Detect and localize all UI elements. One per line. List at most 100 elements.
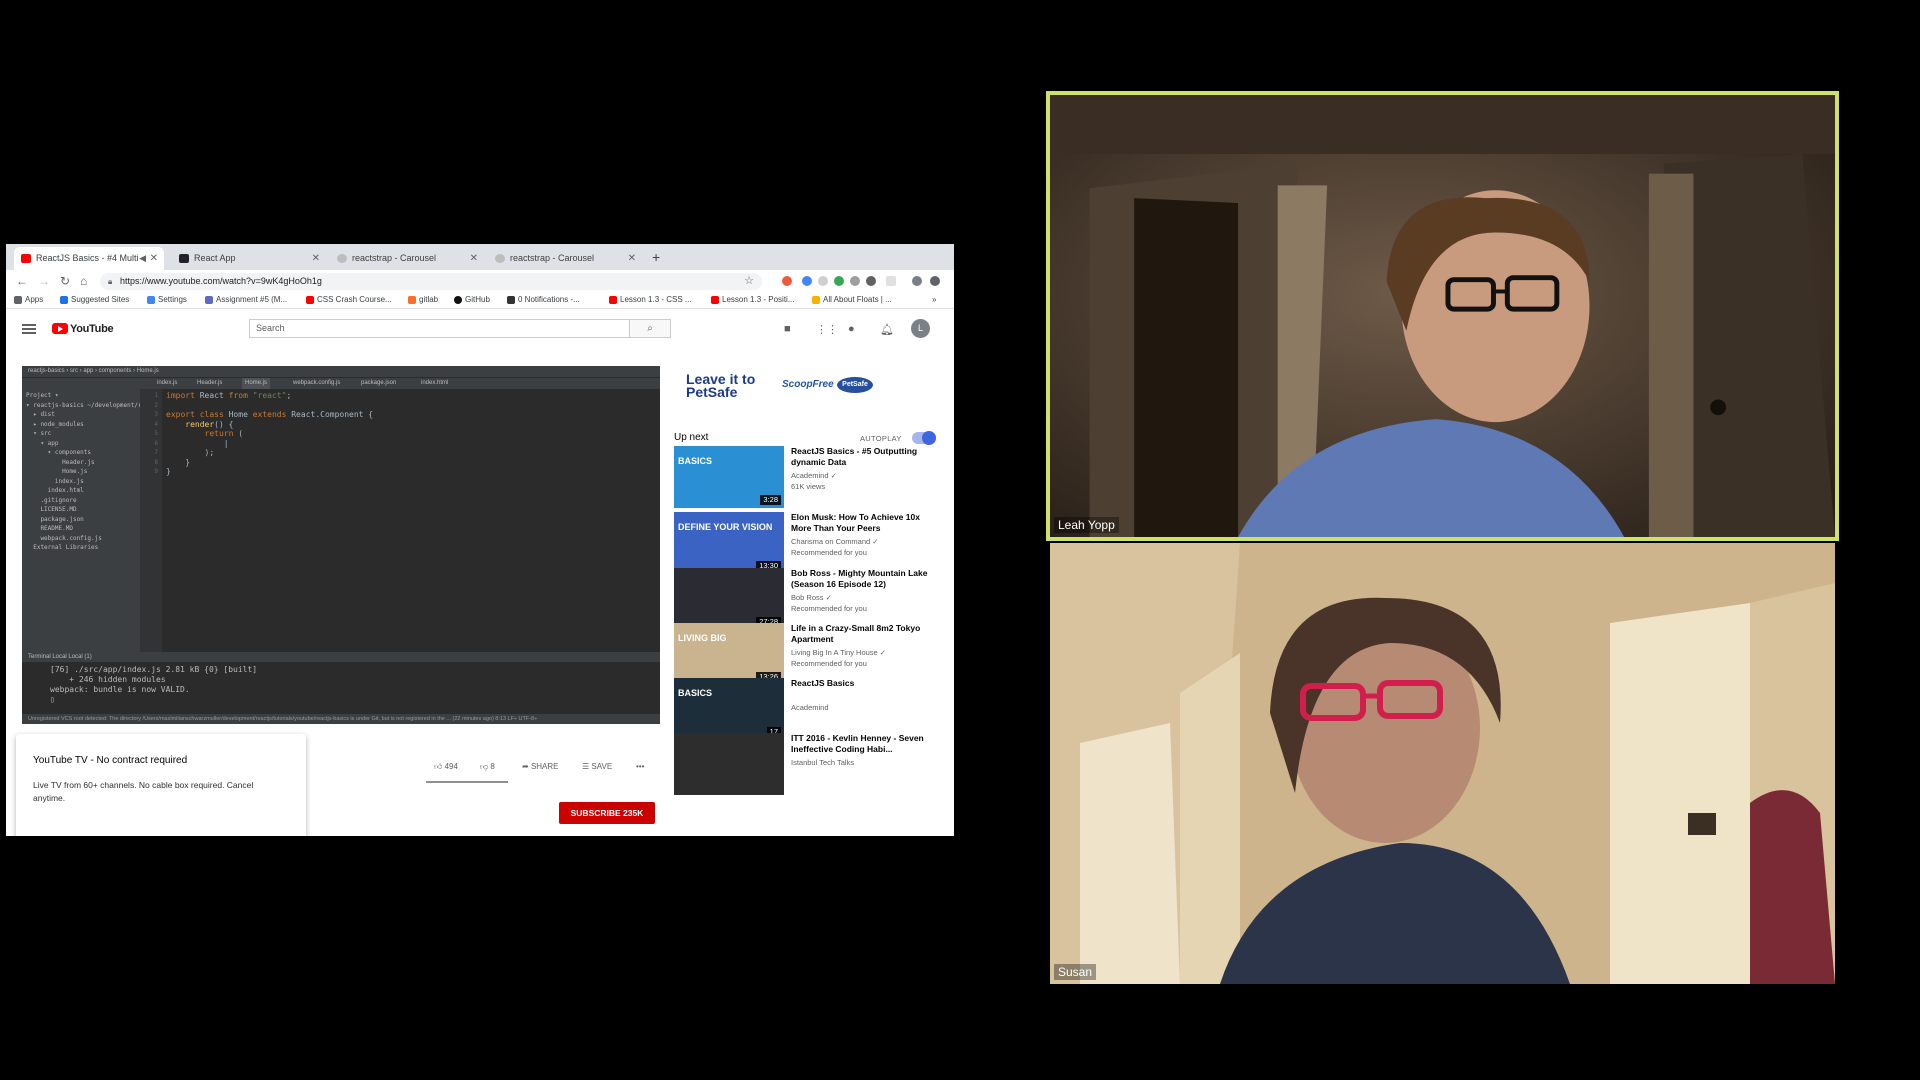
notifications-icon [507,296,515,304]
channel-name[interactable]: Istanbul Tech Talks [791,758,854,767]
extension-icon[interactable] [818,276,828,286]
recommended-video[interactable]: LIVING BIG 13:26 Life in a Crazy-Small 8m2… [674,623,944,685]
bookmarks-overflow-button[interactable]: » [932,295,936,304]
ide-tab: index.html [421,380,449,386]
extension-icon[interactable] [782,276,792,286]
code-line: } [166,467,656,477]
playlist-add-icon: ☰ [582,762,590,771]
close-tab-icon[interactable]: ✕ [312,247,320,270]
code-line: return ( [166,429,656,439]
sidebar-ad[interactable]: Leave it to PetSafe ScoopFree PetSafe [686,365,936,410]
channel-name[interactable]: Academind [791,703,829,712]
recommended-video[interactable]: BASICS 17 ReactJS Basics Academind [674,678,944,740]
browser-tab-active[interactable]: ReactJS Basics - #4 Multi ◀ ✕ [14,247,164,270]
bookmark-star-icon[interactable]: ☆ [744,273,754,290]
forward-icon[interactable]: → [38,272,50,290]
video-thumbnail[interactable]: BASICS 17 [674,678,784,740]
save-button[interactable]: ☰ SAVE [582,762,612,771]
participant-video-tile[interactable]: Susan [1050,543,1835,984]
reload-icon[interactable]: ↻ [60,272,70,290]
create-video-icon[interactable]: ■ [784,323,791,335]
youtube-header: YouTube Search ⌕ ■ ⋮⋮ ● 🔔︎ L [6,310,954,348]
video-title[interactable]: ReactJS Basics - #5 Outputting dynamic D… [791,446,941,467]
ide-tree-item: ▾ reactjs-basics ~/development/react [26,401,157,409]
subscribe-button[interactable]: SUBSCRIBE 235K [559,802,655,824]
channel-name[interactable]: Bob Ross ✓ [791,593,832,602]
promo-toast[interactable]: YouTube TV - No contract required Live T… [16,734,306,836]
close-tab-icon[interactable]: ✕ [150,247,158,270]
autoplay-toggle[interactable] [912,431,936,445]
participant-video-tile[interactable]: Leah Yopp [1046,91,1839,541]
profile-icon[interactable] [912,276,922,286]
bookmark[interactable]: All About Floats | ... [812,295,892,304]
video-thumbnail[interactable] [674,733,784,795]
share-button[interactable]: ➦ SHARE [522,762,559,771]
apps-grid-icon[interactable]: ⋮⋮ [816,323,838,336]
bookmark-apps[interactable]: Apps [14,295,43,304]
channel-name[interactable]: Charisma on Command ✓ [791,537,879,546]
bookmark[interactable]: Suggested Sites [60,295,129,304]
back-icon[interactable]: ← [16,272,28,290]
video-thumbnail[interactable]: 27:28 [674,568,784,630]
bookmark[interactable]: 0 Notifications -... [507,295,580,304]
search-input[interactable]: Search [249,319,630,338]
video-player[interactable]: reactjs-basics › src › app › components … [22,366,660,724]
messages-icon[interactable]: ● [848,323,855,335]
participant-name: Leah Yopp [1054,517,1119,533]
extension-icon[interactable] [834,276,844,286]
bookmark[interactable]: Lesson 1.3 - CSS ... [609,295,692,304]
search-button[interactable]: ⌕ [630,319,671,338]
ide-tab: Home.js [242,378,271,389]
share-icon: ➦ [522,762,529,771]
bookmark[interactable]: Lesson 1.3 - Positi... [711,295,794,304]
toast-body: Live TV from 60+ channels. No cable box … [33,780,254,803]
code-line: render() { [166,420,656,430]
avatar[interactable]: L [911,319,930,338]
notifications-bell-icon[interactable]: 🔔︎ [880,323,894,336]
video-thumbnail[interactable]: DEFINE YOUR VISION 13:30 [674,512,784,574]
video-thumbnail[interactable]: LIVING BIG 13:26 [674,623,784,685]
channel-name[interactable]: Living Big In A Tiny House ✓ [791,648,886,657]
recommended-video[interactable]: 27:28 Bob Ross - Mighty Mountain Lake (Se… [674,568,944,630]
new-tab-button[interactable]: + [652,247,660,267]
video-title[interactable]: Bob Ross - Mighty Mountain Lake (Season … [791,568,941,589]
bookmark[interactable]: gitlab [408,295,438,304]
video-title[interactable]: Elon Musk: How To Achieve 10x More Than … [791,512,941,533]
youtube-favicon-icon [21,254,31,263]
recommended-video[interactable]: DEFINE YOUR VISION 13:30 Elon Musk: How To… [674,512,944,574]
close-tab-icon[interactable]: ✕ [628,247,636,270]
code-line: export class Home extends React.Componen… [166,410,656,420]
browser-tab[interactable]: reactstrap - Carousel ✕ [330,247,484,270]
hamburger-menu-icon[interactable] [22,324,36,334]
video-title[interactable]: ReactJS Basics [791,678,941,689]
recommended-video[interactable]: ITT 2016 - Kevlin Henney - Seven Ineffec… [674,733,944,795]
bookmark[interactable]: CSS Crash Course... [306,295,392,304]
channel-name[interactable]: Academind ✓ [791,471,837,480]
close-tab-icon[interactable]: ✕ [470,247,478,270]
extension-icon[interactable] [866,276,876,286]
menu-icon[interactable] [930,276,940,286]
browser-tab[interactable]: React App ✕ [172,247,326,270]
bookmark[interactable]: GitHub [454,295,490,304]
extension-icon[interactable] [802,276,812,286]
lock-icon: 🔒︎ [108,277,113,286]
like-button[interactable]: 👍︎ 494 [434,762,458,772]
extension-icon[interactable] [886,276,896,286]
bookmark[interactable]: Settings [147,295,187,304]
extension-icon[interactable] [850,276,860,286]
browser-tab[interactable]: reactstrap - Carousel ✕ [488,247,642,270]
tab-title: React App [194,253,236,263]
more-actions-icon[interactable]: ••• [636,762,644,771]
video-title[interactable]: Life in a Crazy-Small 8m2 Tokyo Apartmen… [791,623,941,644]
video-title[interactable]: ITT 2016 - Kevlin Henney - Seven Ineffec… [791,733,941,754]
thumbs-down-icon: 👎︎ [480,762,489,771]
ide-tree-item: ▾ src [26,430,52,437]
recommended-video[interactable]: BASICS 3:28 ReactJS Basics - #5 Outputting… [674,446,944,508]
dislike-button[interactable]: 👎︎ 8 [480,762,495,772]
speaker-icon[interactable]: ◀ [139,247,146,270]
home-icon[interactable]: ⌂ [80,272,87,290]
youtube-logo[interactable]: YouTube [52,322,114,336]
address-bar[interactable]: 🔒︎ https://www.youtube.com/watch?v=9wK4g… [100,273,762,290]
video-thumbnail[interactable]: BASICS 3:28 [674,446,784,508]
bookmark[interactable]: Assignment #5 (M... [205,295,287,304]
